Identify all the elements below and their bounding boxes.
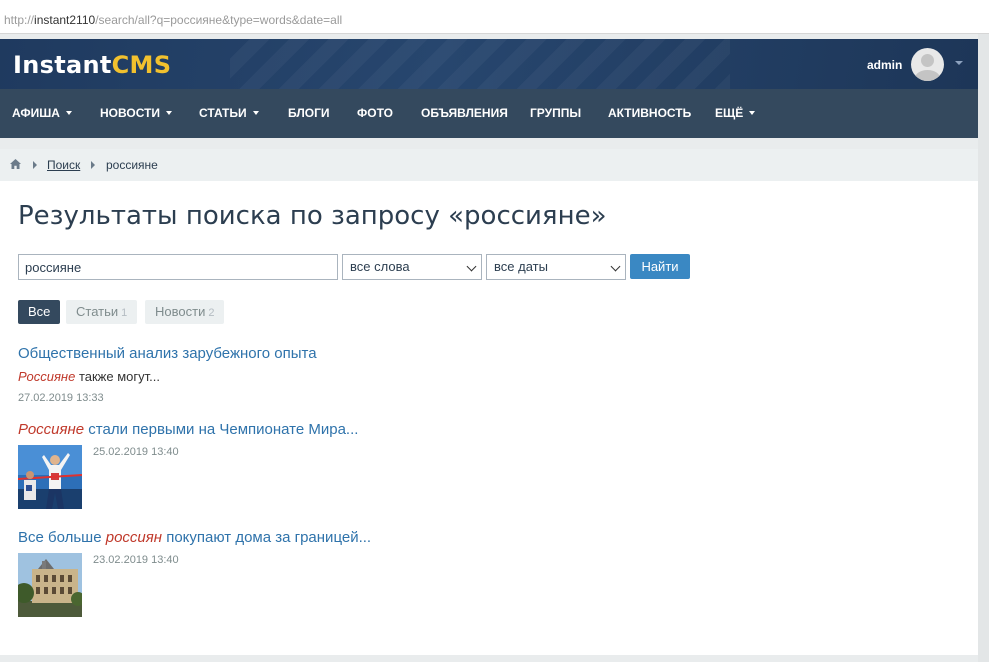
main-content: Результаты поиска по запросу «россияне» … <box>0 181 978 655</box>
nav-item-activity[interactable]: АКТИВНОСТЬ <box>608 89 691 138</box>
result-title-1[interactable]: Общественный анализ зарубежного опыта <box>18 345 317 362</box>
browser-address-bar[interactable]: http://instant2110/search/all?q=россияне… <box>0 0 989 34</box>
search-date-select[interactable]: все даты <box>486 254 626 280</box>
search-date-value: все даты <box>494 259 548 274</box>
runners-photo-icon <box>18 445 82 509</box>
header-decoration <box>230 39 730 89</box>
site-header: InstantCMS admin <box>0 39 978 89</box>
user-menu-caret-icon[interactable] <box>955 61 963 65</box>
nav-item-afisha[interactable]: АФИША <box>12 89 72 138</box>
search-input[interactable] <box>18 254 338 280</box>
chevron-down-icon <box>166 110 173 115</box>
result-title-2[interactable]: Россияне стали первыми на Чемпионате Мир… <box>18 421 358 438</box>
result-thumbnail-2[interactable] <box>18 445 82 509</box>
tab-count: 1 <box>121 307 128 319</box>
nav-item-blogs[interactable]: БЛОГИ <box>288 89 330 138</box>
result-snippet-1: Россияне также могут... <box>18 369 160 384</box>
tab-news[interactable]: Новости 2 <box>145 300 225 324</box>
tab-all[interactable]: Все <box>18 300 61 324</box>
result-date-3: 23.02.2019 13:40 <box>93 554 179 566</box>
user-name[interactable]: admin <box>867 58 902 72</box>
nav-item-more[interactable]: ЕЩЁ <box>715 89 756 138</box>
chevron-down-icon <box>610 261 621 272</box>
chevron-down-icon <box>252 110 259 115</box>
home-icon[interactable] <box>10 159 21 169</box>
result-title-3[interactable]: Все больше россиян покупают дома за гран… <box>18 529 371 546</box>
nav-item-groups[interactable]: ГРУППЫ <box>530 89 581 138</box>
chevron-down-icon <box>65 110 72 115</box>
chevron-down-icon <box>466 261 477 272</box>
breadcrumb-current: россияне <box>106 158 158 172</box>
search-type-select[interactable]: все слова <box>342 254 482 280</box>
search-type-value: все слова <box>350 259 410 274</box>
building-photo-icon <box>18 553 82 617</box>
result-date-2: 25.02.2019 13:40 <box>93 446 179 458</box>
result-date-1: 27.02.2019 13:33 <box>18 392 104 404</box>
user-avatar[interactable] <box>911 48 944 81</box>
chevron-down-icon <box>749 110 756 115</box>
search-submit-button[interactable]: Найти <box>630 254 690 279</box>
breadcrumb-separator-icon <box>33 161 37 169</box>
nav-item-ads[interactable]: ОБЪЯВЛЕНИЯ <box>421 89 508 138</box>
nav-item-photo[interactable]: ФОТО <box>357 89 393 138</box>
page-edge <box>978 34 989 662</box>
nav-item-articles[interactable]: СТАТЬИ <box>199 89 259 138</box>
breadcrumb-separator-icon <box>91 161 95 169</box>
tab-count: 2 <box>208 307 215 319</box>
url-text[interactable]: http://instant2110/search/all?q=россияне… <box>4 13 342 27</box>
site-logo[interactable]: InstantCMS <box>13 51 171 79</box>
result-thumbnail-3[interactable] <box>18 553 82 617</box>
breadcrumb-link-search[interactable]: Поиск <box>47 158 80 172</box>
breadcrumb: Поиск россияне <box>0 149 978 181</box>
tab-articles[interactable]: Статьи 1 <box>66 300 138 324</box>
main-nav: АФИША НОВОСТИ СТАТЬИ БЛОГИ ФОТО ОБЪЯВЛЕН… <box>0 89 978 138</box>
nav-item-news[interactable]: НОВОСТИ <box>100 89 173 138</box>
page-title: Результаты поиска по запросу «россияне» <box>18 201 607 231</box>
